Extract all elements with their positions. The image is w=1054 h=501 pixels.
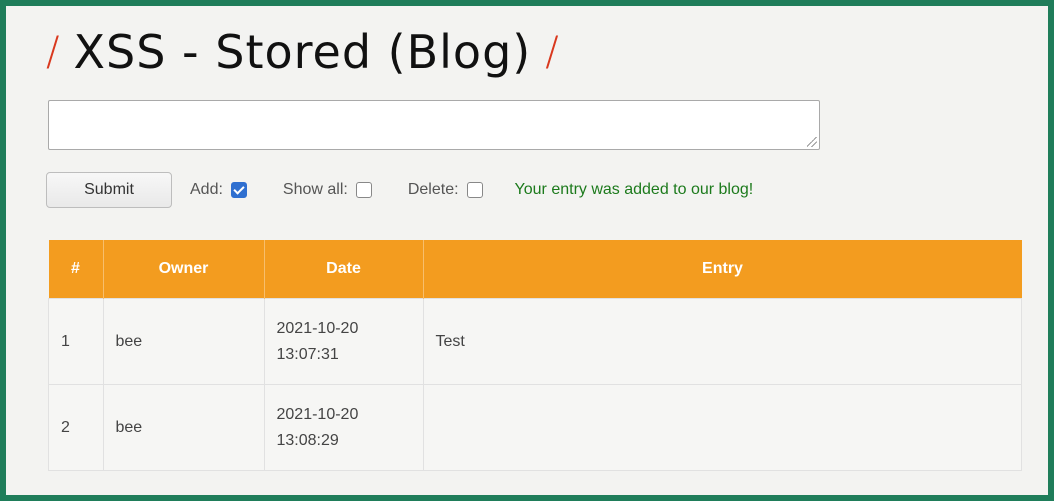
status-message: Your entry was added to our blog! [514,181,754,198]
delete-label: Delete: [407,181,459,198]
show-all-option: Show all: [283,181,372,199]
header-owner: Owner [103,240,265,299]
header-entry: Entry [423,240,1022,299]
title-slash-right: / [545,29,559,75]
delete-checkbox[interactable] [466,182,483,198]
form-controls: Submit Add: Show all: Delete: Your entry… [46,171,946,209]
title-text: XSS - Stored (Blog) [73,25,532,79]
submit-button[interactable]: Submit [46,172,172,208]
add-label: Add: [190,181,223,198]
row-entry: Test [422,298,1022,385]
row-num: 2 [48,384,104,471]
add-option: Add: [190,181,247,199]
show-all-label: Show all: [282,181,348,198]
row-owner: bee [102,384,265,471]
header-date: Date [264,240,424,299]
delete-option: Delete: [408,181,483,199]
entry-textarea[interactable] [48,100,820,150]
add-checkbox[interactable] [230,182,247,198]
show-all-checkbox[interactable] [355,182,372,198]
title-slash-left: / [46,29,60,75]
blog-table: # Owner Date Entry 1 bee 2021-10-20 13:0… [48,240,1022,471]
table-header-row: # Owner Date Entry [48,240,1022,299]
table-row: 2 bee 2021-10-20 13:08:29 [48,384,1022,471]
row-num: 1 [48,298,104,385]
row-entry [422,384,1022,471]
resize-grip-icon[interactable] [807,137,817,147]
page-title: / XSS - Stored (Blog) / [46,12,559,92]
row-date: 2021-10-20 13:08:29 [263,384,424,471]
row-date: 2021-10-20 13:07:31 [263,298,424,385]
page-frame: / XSS - Stored (Blog) / Submit Add: Show… [6,6,1048,495]
row-owner: bee [102,298,265,385]
header-num: # [48,240,104,299]
table-row: 1 bee 2021-10-20 13:07:31 Test [48,298,1022,385]
